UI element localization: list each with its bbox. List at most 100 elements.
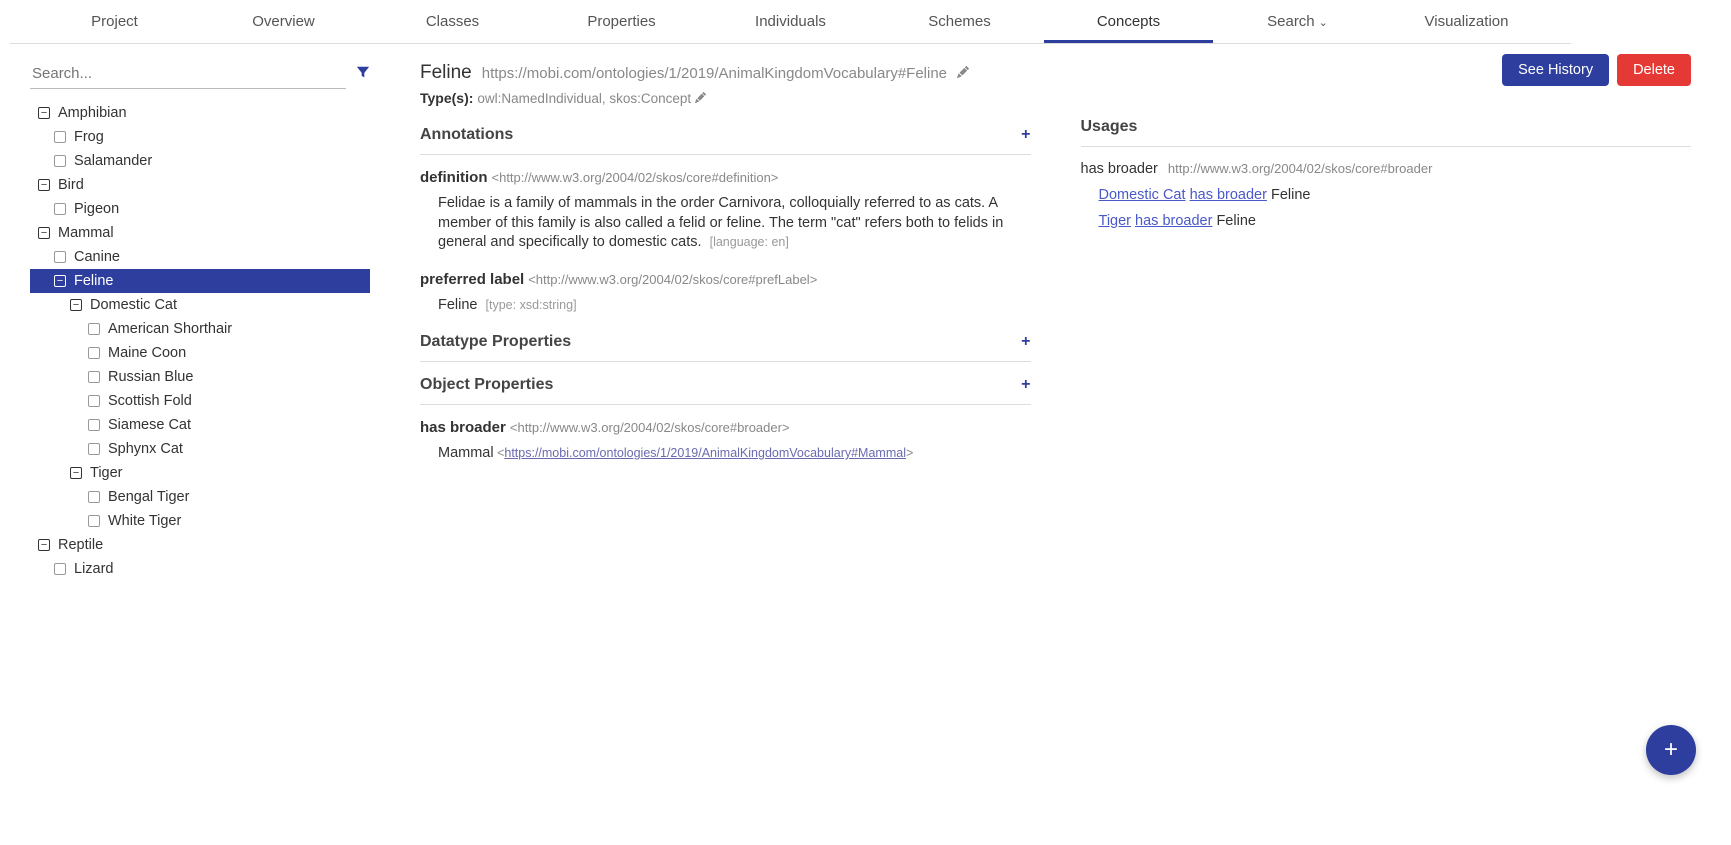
tree-node-label: Maine Coon <box>108 345 186 361</box>
search-input[interactable] <box>30 59 346 89</box>
annotation-meta: [language: en] <box>710 235 789 249</box>
leaf-icon <box>54 563 66 575</box>
entity-title: Feline <box>420 62 472 84</box>
annotation-block: preferred label<http://www.w3.org/2004/0… <box>420 271 1031 316</box>
delete-button[interactable]: Delete <box>1617 54 1691 86</box>
tree-node-bengal-tiger[interactable]: Bengal Tiger <box>30 485 370 509</box>
tree-node-label: Amphibian <box>58 105 127 121</box>
tree-node-white-tiger[interactable]: White Tiger <box>30 509 370 533</box>
usages-header: Usages <box>1081 118 1692 147</box>
collapse-icon[interactable]: − <box>70 299 82 311</box>
tree-node-mammal[interactable]: −Mammal <box>30 221 370 245</box>
tree-node-label: Tiger <box>90 465 123 481</box>
tree-node-amphibian[interactable]: −Amphibian <box>30 101 370 125</box>
tree-node-label: White Tiger <box>108 513 181 529</box>
tree-node-label: Bengal Tiger <box>108 489 189 505</box>
leaf-icon <box>88 371 100 383</box>
annotation-block: definition <http://www.w3.org/2004/02/sko… <box>420 169 1031 253</box>
collapse-icon[interactable]: − <box>54 275 66 287</box>
collapse-icon[interactable]: − <box>38 227 50 239</box>
tree-node-scottish-fold[interactable]: Scottish Fold <box>30 389 370 413</box>
leaf-icon <box>88 419 100 431</box>
tree-node-reptile[interactable]: −Reptile <box>30 533 370 557</box>
tree-node-label: Mammal <box>58 225 114 241</box>
chevron-down-icon: ⌄ <box>1319 1 1328 45</box>
leaf-icon <box>88 443 100 455</box>
tree-node-pigeon[interactable]: Pigeon <box>30 197 370 221</box>
usage-item: Domestic Cat has broader Feline <box>1099 187 1692 203</box>
tree-node-frog[interactable]: Frog <box>30 125 370 149</box>
nav-tab-classes[interactable]: Classes <box>368 0 537 43</box>
see-history-button[interactable]: See History <box>1502 54 1609 86</box>
tree-node-domestic-cat[interactable]: −Domestic Cat <box>30 293 370 317</box>
usage-subject-link[interactable]: Tiger <box>1099 213 1132 229</box>
annotation-value: Feline [type: xsd:string] <box>438 296 1031 316</box>
leaf-icon <box>88 395 100 407</box>
tree-node-maine-coon[interactable]: Maine Coon <box>30 341 370 365</box>
tree-node-label: Feline <box>74 273 114 289</box>
tree-node-american-shorthair[interactable]: American Shorthair <box>30 317 370 341</box>
tree-node-label: Lizard <box>74 561 114 577</box>
tree-node-label: Bird <box>58 177 84 193</box>
tree-node-label: Scottish Fold <box>108 393 192 409</box>
tree-node-russian-blue[interactable]: Russian Blue <box>30 365 370 389</box>
annotation-iri: <http://www.w3.org/2004/02/skos/core#def… <box>492 170 779 185</box>
usage-subject-link[interactable]: Domestic Cat <box>1099 187 1186 203</box>
usage-predicate-link[interactable]: has broader <box>1190 187 1267 203</box>
tree-node-label: Sphynx Cat <box>108 441 183 457</box>
collapse-icon[interactable]: − <box>38 179 50 191</box>
tree-node-lizard[interactable]: Lizard <box>30 557 370 581</box>
tree-node-label: Reptile <box>58 537 103 553</box>
usage-item: Tiger has broader Feline <box>1099 213 1692 229</box>
nav-tab-concepts[interactable]: Concepts <box>1044 0 1213 43</box>
leaf-icon <box>88 347 100 359</box>
annotation-iri: <http://www.w3.org/2004/02/skos/core#pre… <box>528 272 817 287</box>
entity-iri: https://mobi.com/ontologies/1/2019/Anima… <box>482 65 947 82</box>
nav-tab-overview[interactable]: Overview <box>199 0 368 43</box>
concept-tree-panel: −AmphibianFrogSalamander−BirdPigeon−Mamm… <box>0 44 400 845</box>
usage-property-label: has broader <box>1081 161 1158 177</box>
tree-node-bird[interactable]: −Bird <box>30 173 370 197</box>
collapse-icon[interactable]: − <box>38 539 50 551</box>
nav-tab-properties[interactable]: Properties <box>537 0 706 43</box>
edit-iri-icon[interactable] <box>957 66 969 81</box>
usage-property-iri: http://www.w3.org/2004/02/skos/core#broa… <box>1168 161 1432 176</box>
top-nav: ProjectOverviewClassesPropertiesIndividu… <box>10 0 1571 44</box>
annotation-name: definition <box>420 169 488 186</box>
tree-node-feline[interactable]: −Feline <box>30 269 370 293</box>
tree-node-label: Salamander <box>74 153 152 169</box>
types-label: Type(s): <box>420 90 473 106</box>
add-object-property-icon[interactable]: + <box>1021 376 1030 394</box>
annotations-header: Annotations <box>420 126 513 144</box>
tree-node-salamander[interactable]: Salamander <box>30 149 370 173</box>
filter-icon[interactable] <box>356 65 370 83</box>
nav-tab-project[interactable]: Project <box>30 0 199 43</box>
annotation-meta: [type: xsd:string] <box>486 298 577 312</box>
nav-tab-search[interactable]: Search⌄ <box>1213 0 1382 43</box>
tree-node-siamese-cat[interactable]: Siamese Cat <box>30 413 370 437</box>
nav-tab-schemes[interactable]: Schemes <box>875 0 1044 43</box>
right-panel: See History Delete Usages has broader ht… <box>1061 44 1731 845</box>
usage-object: Feline <box>1216 213 1256 229</box>
tree-node-tiger[interactable]: −Tiger <box>30 461 370 485</box>
usage-predicate-link[interactable]: has broader <box>1135 213 1212 229</box>
tree-node-canine[interactable]: Canine <box>30 245 370 269</box>
collapse-icon[interactable]: − <box>38 107 50 119</box>
leaf-icon <box>88 491 100 503</box>
add-fab-button[interactable]: + <box>1646 725 1696 775</box>
nav-tab-visualization[interactable]: Visualization <box>1382 0 1551 43</box>
add-datatype-property-icon[interactable]: + <box>1021 333 1030 351</box>
annotation-value: Felidae is a family of mammals in the or… <box>438 194 1031 253</box>
leaf-icon <box>88 323 100 335</box>
tree-node-label: Frog <box>74 129 104 145</box>
object-properties-header: Object Properties <box>420 376 553 394</box>
object-property-iri: <http://www.w3.org/2004/02/skos/core#bro… <box>510 420 790 435</box>
collapse-icon[interactable]: − <box>70 467 82 479</box>
nav-tab-individuals[interactable]: Individuals <box>706 0 875 43</box>
object-property-link[interactable]: https://mobi.com/ontologies/1/2019/Anima… <box>504 446 906 460</box>
edit-types-icon[interactable] <box>695 91 706 106</box>
add-annotation-icon[interactable]: + <box>1021 126 1030 144</box>
concept-tree: −AmphibianFrogSalamander−BirdPigeon−Mamm… <box>30 101 370 581</box>
tree-node-sphynx-cat[interactable]: Sphynx Cat <box>30 437 370 461</box>
tree-node-label: Siamese Cat <box>108 417 191 433</box>
